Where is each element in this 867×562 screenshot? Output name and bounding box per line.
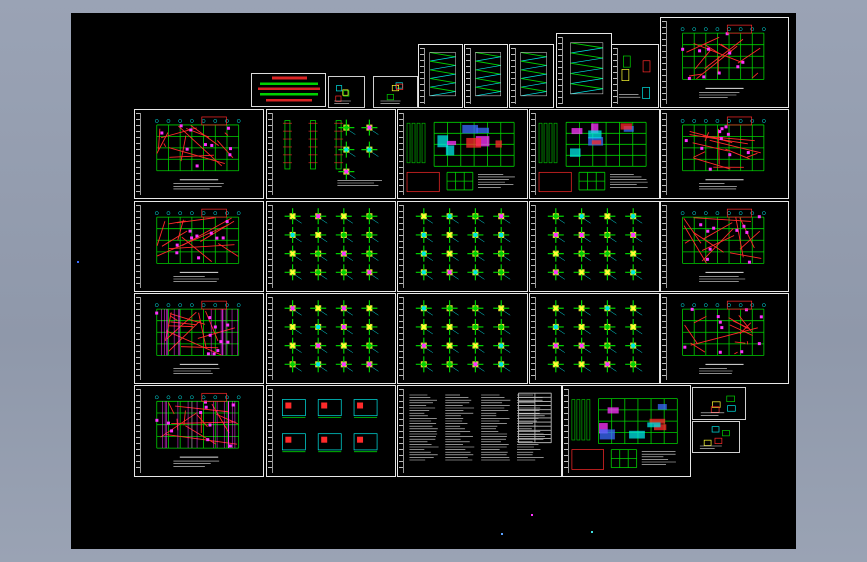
sheet-thumbnail[interactable] — [464, 44, 508, 108]
sheet-thumbnail[interactable] — [660, 17, 789, 108]
sheet-thumbnail[interactable] — [266, 109, 396, 199]
sheet-thumbnail[interactable] — [660, 201, 789, 292]
legend-sign-icon — [258, 76, 320, 102]
sheet-thumbnail[interactable] — [692, 421, 740, 453]
drawing-canvas[interactable] — [71, 13, 796, 549]
sheet-thumbnail[interactable] — [562, 385, 691, 477]
stray-mark — [501, 533, 503, 535]
legend-sign — [251, 73, 326, 107]
sheet-thumbnail[interactable] — [134, 109, 264, 199]
sheet-thumbnail[interactable] — [509, 44, 554, 108]
sheet-thumbnail[interactable] — [134, 293, 264, 384]
stray-mark — [531, 514, 533, 516]
sheet-thumbnail[interactable] — [397, 385, 562, 477]
sheet-thumbnail[interactable] — [397, 201, 528, 292]
stray-mark — [77, 261, 79, 263]
sheet-thumbnail[interactable] — [611, 44, 659, 108]
sheet-thumbnail[interactable] — [397, 293, 528, 384]
sheet-thumbnail[interactable] — [266, 385, 396, 477]
sheet-thumbnail[interactable] — [266, 201, 396, 292]
sheet-thumbnail[interactable] — [373, 76, 418, 108]
sheet-thumbnail[interactable] — [418, 44, 463, 108]
sheet-thumbnail[interactable] — [556, 33, 612, 108]
sheet-thumbnail[interactable] — [660, 293, 789, 384]
stray-mark — [591, 531, 593, 533]
sheet-thumbnail[interactable] — [134, 385, 264, 477]
sheet-thumbnail[interactable] — [328, 76, 365, 108]
sheet-thumbnail[interactable] — [266, 293, 396, 384]
sheet-thumbnail[interactable] — [660, 109, 789, 199]
sheet-thumbnail[interactable] — [397, 109, 528, 199]
sheet-thumbnail[interactable] — [692, 387, 746, 420]
sheet-thumbnail[interactable] — [134, 201, 264, 292]
sheet-thumbnail[interactable] — [529, 293, 660, 384]
sheet-thumbnail[interactable] — [529, 201, 660, 292]
sheet-thumbnail[interactable] — [529, 109, 660, 199]
